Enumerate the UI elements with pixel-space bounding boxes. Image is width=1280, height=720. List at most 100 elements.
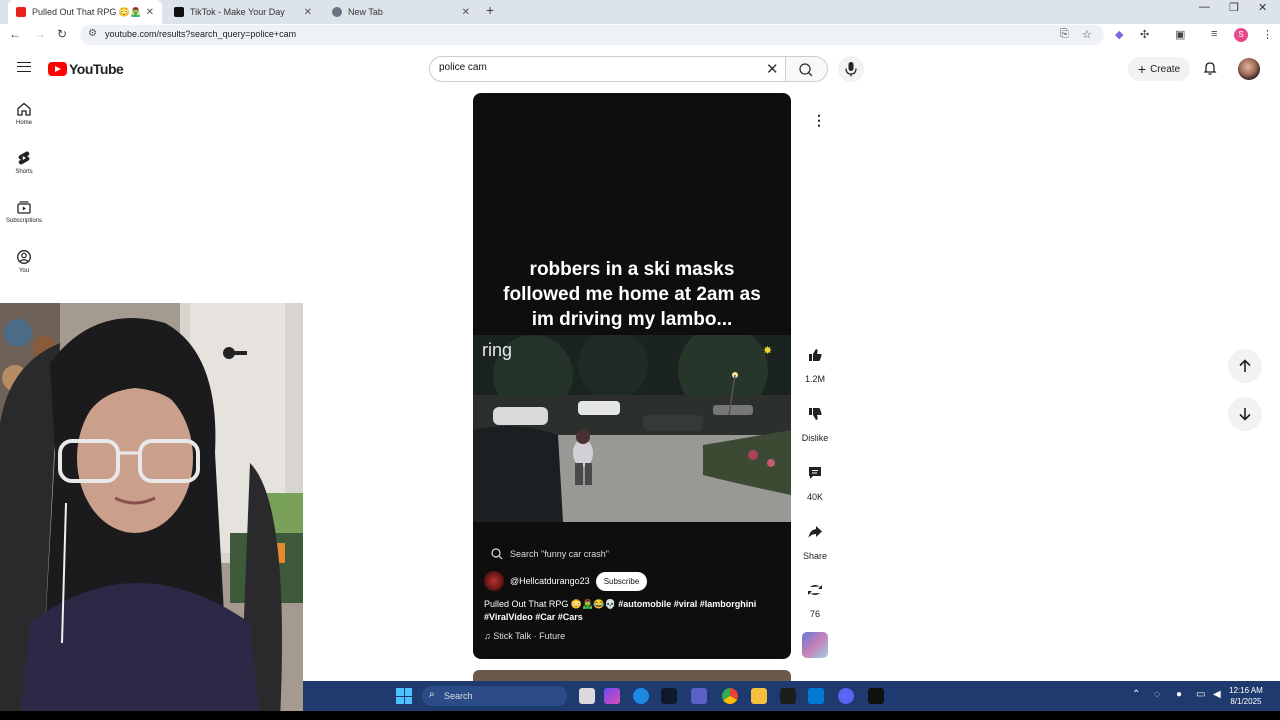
music-credit[interactable]: ♫ Stick Talk · Future — [484, 631, 565, 641]
nav-item-home[interactable]: Home — [0, 101, 48, 126]
previous-short-button[interactable] — [1228, 349, 1262, 383]
windows-taskbar: ⌕ Search ⌃ ◌ ● ▭ ◀ 12:16 AM 8/1/2025 — [303, 681, 1280, 711]
extension-icon[interactable]: ◆ — [1115, 28, 1123, 41]
close-window-icon[interactable]: ✕ — [1258, 1, 1267, 14]
nav-item-shorts[interactable]: Shorts — [0, 150, 48, 175]
chrome-favicon-icon — [332, 7, 342, 17]
microphone-icon — [845, 62, 857, 77]
remix-icon — [808, 585, 822, 595]
tray-chevron-up-icon[interactable]: ⌃ — [1132, 689, 1140, 700]
browser-tab-tiktok[interactable]: TikTok - Make Your Day ✕ — [166, 0, 320, 24]
clear-search-icon[interactable]: ✕ — [766, 60, 779, 78]
channel-row: @Hellcatdurango23 Subscribe — [484, 571, 648, 591]
video-hashtags[interactable]: #automobile #viral #lamborghini — [618, 599, 756, 609]
tab-title: New Tab — [348, 7, 383, 17]
copilot-icon[interactable] — [604, 688, 620, 704]
search-button[interactable] — [786, 56, 828, 82]
search-box[interactable]: ✕ — [429, 56, 786, 82]
store-icon[interactable] — [808, 688, 824, 704]
arrow-up-icon — [1239, 359, 1251, 372]
nav-item-subscriptions[interactable]: Subscriptions — [0, 199, 48, 224]
like-count: 1.2M — [804, 374, 825, 384]
browser-tab-youtube[interactable]: Pulled Out That RPG 😳🧟‍♂️ ⟨ 🔊 ✕ — [8, 0, 162, 24]
edge-icon[interactable] — [633, 688, 649, 704]
tiktok-favicon-icon — [174, 7, 184, 17]
search-input[interactable] — [439, 62, 739, 73]
microphone-icon[interactable]: ● — [1176, 689, 1182, 700]
shorts-video-player[interactable]: robbers in a ski masks followed me home … — [473, 93, 791, 659]
minimize-icon[interactable]: — — [1199, 1, 1210, 13]
taskbar-search[interactable]: ⌕ Search — [422, 686, 567, 706]
browser-tab-new[interactable]: New Tab ✕ — [324, 0, 478, 24]
cast-icon[interactable]: ▣ — [1175, 28, 1185, 41]
next-short-button[interactable] — [1228, 397, 1262, 431]
forward-icon[interactable]: → — [34, 27, 46, 41]
arrow-down-icon — [1239, 408, 1251, 421]
nav-item-you[interactable]: You — [0, 249, 48, 274]
remix-button[interactable]: 76 — [798, 573, 832, 619]
notifications-bell-icon[interactable] — [1202, 60, 1218, 76]
dislike-label: Dislike — [801, 433, 829, 443]
steam-icon[interactable] — [661, 688, 677, 704]
volume-icon[interactable]: ◀ — [1213, 689, 1221, 700]
taskbar-clock[interactable]: 12:16 AM 8/1/2025 — [1229, 685, 1263, 707]
calculator-icon[interactable] — [780, 688, 796, 704]
video-hashtags[interactable]: #ViralVideo #Car #Cars — [484, 612, 583, 622]
close-tab-icon[interactable]: ✕ — [146, 7, 154, 18]
url-text: youtube.com/results?search_query=police+… — [105, 29, 297, 39]
sound-thumbnail[interactable] — [802, 632, 828, 658]
share-button[interactable]: Share — [798, 515, 832, 561]
address-bar[interactable]: ⚙ youtube.com/results?search_query=polic… — [80, 25, 1104, 45]
file-explorer-icon[interactable] — [751, 688, 767, 704]
new-tab-icon[interactable]: + — [486, 2, 494, 18]
profile-avatar[interactable]: S — [1234, 28, 1248, 42]
restore-icon[interactable]: ❐ — [1229, 1, 1239, 14]
like-button[interactable]: 1.2M — [798, 338, 832, 384]
task-view-icon[interactable] — [579, 688, 595, 704]
reload-icon[interactable]: ↻ — [57, 27, 67, 41]
search-icon — [799, 63, 813, 77]
subscribe-button[interactable]: Subscribe — [595, 571, 648, 591]
windows-start-icon[interactable] — [396, 688, 412, 704]
tray-app-icon[interactable]: ◌ — [1154, 689, 1160, 700]
home-icon — [17, 102, 31, 116]
create-button[interactable]: + Create — [1128, 57, 1190, 81]
more-options-icon[interactable]: ⋮ — [812, 112, 826, 129]
close-tab-icon[interactable]: ✕ — [462, 7, 470, 18]
chrome-icon[interactable] — [722, 688, 738, 704]
display-icon[interactable]: ▭ — [1196, 689, 1205, 700]
site-info-icon[interactable]: ⚙ — [88, 28, 97, 39]
plus-icon: + — [1137, 61, 1147, 77]
bookmark-star-icon[interactable]: ☆ — [1082, 28, 1092, 41]
youtube-wordmark[interactable]: YouTube — [69, 61, 124, 77]
hamburger-menu-icon[interactable] — [17, 62, 31, 72]
back-icon[interactable]: ← — [9, 27, 21, 41]
nav-label: Shorts — [15, 169, 33, 175]
close-tab-icon[interactable]: ✕ — [304, 7, 312, 18]
screen: Pulled Out That RPG 😳🧟‍♂️ ⟨ 🔊 ✕ TikTok -… — [0, 0, 1280, 720]
youtube-logo-icon[interactable] — [48, 62, 67, 76]
webcam-person-image — [0, 303, 303, 720]
caption-line: followed me home at 2am as — [503, 284, 761, 305]
search-icon: ⌕ — [429, 689, 435, 700]
related-search-chip[interactable]: Search "funny car crash" — [490, 547, 609, 561]
dislike-button[interactable]: Dislike — [798, 397, 832, 443]
related-search-text: Search "funny car crash" — [510, 549, 609, 559]
discord-icon[interactable] — [838, 688, 854, 704]
settings-gear-icon[interactable] — [868, 688, 884, 704]
account-avatar[interactable] — [1238, 58, 1260, 80]
channel-avatar[interactable] — [484, 571, 504, 591]
search-icon — [491, 548, 503, 560]
menu-dots-icon[interactable]: ⋮ — [1262, 28, 1273, 41]
nav-label: You — [18, 268, 30, 274]
video-title[interactable]: Pulled Out That RPG 😳🧟‍♂️😂💀 #automobile … — [484, 598, 780, 624]
teams-icon[interactable] — [691, 688, 707, 704]
media-controls-icon[interactable]: ≡ — [1211, 28, 1217, 40]
clock-time: 12:16 AM — [1229, 686, 1263, 695]
extensions-puzzle-icon[interactable]: ✣ — [1140, 28, 1149, 41]
comments-button[interactable]: 40K — [798, 456, 832, 502]
voice-search-button[interactable] — [838, 56, 864, 82]
share-label: Share — [802, 551, 828, 561]
channel-name[interactable]: @Hellcatdurango23 — [510, 576, 590, 586]
install-app-icon[interactable]: ⎘ — [1060, 28, 1069, 41]
